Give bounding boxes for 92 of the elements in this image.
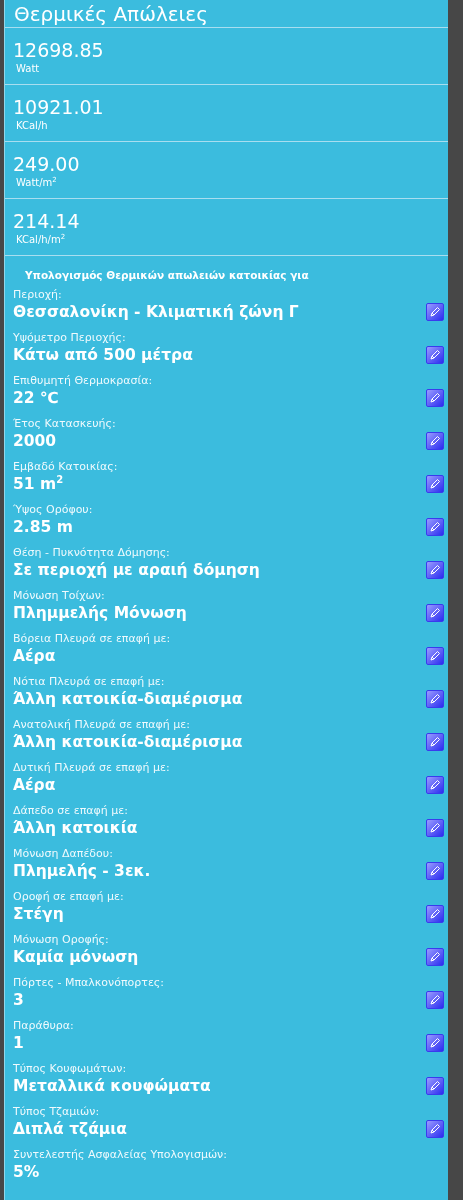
field-value: Πλημμελής Μόνωση xyxy=(13,603,187,624)
pencil-icon xyxy=(429,348,441,361)
field-label: Ύψος Ορόφου: xyxy=(13,503,93,517)
edit-button[interactable] xyxy=(426,517,444,536)
pencil-icon xyxy=(429,305,441,318)
field-value: 5% xyxy=(13,1162,40,1183)
pencil-icon xyxy=(429,649,441,662)
field-value: 3 xyxy=(13,990,24,1011)
field-label: Δυτική Πλευρά σε επαφή με: xyxy=(13,761,170,775)
field-label: Μόνωση Τοίχων: xyxy=(13,589,105,603)
pencil-icon xyxy=(429,735,441,748)
result-unit: Watt xyxy=(15,61,40,75)
field-label: Βόρεια Πλευρά σε επαφή με: xyxy=(13,632,171,646)
field-label: Έτος Κατασκευής: xyxy=(13,417,116,431)
edit-button[interactable] xyxy=(426,1119,444,1138)
result-value: 214.14 xyxy=(13,208,80,233)
pencil-icon xyxy=(429,993,441,1006)
pencil-icon xyxy=(429,1122,441,1135)
edit-button[interactable] xyxy=(426,302,444,321)
field-value: Μεταλλικά κουφώματα xyxy=(13,1076,211,1097)
edit-button[interactable] xyxy=(426,646,444,665)
pencil-icon xyxy=(429,1079,441,1092)
pencil-icon xyxy=(429,477,441,490)
field-value: Άλλη κατοικία-διαμέρισμα xyxy=(13,689,243,710)
field-value: Αέρα xyxy=(13,775,56,796)
field-label: Τύπος Τζαμιών: xyxy=(13,1105,100,1119)
field-label: Δάπεδο σε επαφή με: xyxy=(13,804,128,818)
field-label: Τύπος Κουφωμάτων: xyxy=(13,1062,127,1076)
pencil-icon xyxy=(429,864,441,877)
field-value: Άλλη κατοικία-διαμέρισμα xyxy=(13,732,243,753)
edit-button[interactable] xyxy=(426,603,444,622)
field-label: Εμβαδό Κατοικίας: xyxy=(13,460,118,474)
edit-button[interactable] xyxy=(426,861,444,880)
edit-button[interactable] xyxy=(426,990,444,1009)
pencil-icon xyxy=(429,692,441,705)
field-label: Μόνωση Οροφής: xyxy=(13,933,109,947)
result-unit: KCal/h/m$^{2}$ xyxy=(15,232,66,246)
result-unit: KCal/h xyxy=(15,118,48,132)
result-value: 10921.01 xyxy=(13,94,104,119)
edit-button[interactable] xyxy=(426,560,444,579)
pencil-icon xyxy=(429,778,441,791)
pencil-icon xyxy=(429,520,441,533)
field-label: Υψόμετρο Περιοχής: xyxy=(13,331,126,345)
field-value: Αέρα xyxy=(13,646,56,667)
field-value: Καμία μόνωση xyxy=(13,947,139,968)
field-value: Θεσσαλονίκη - Κλιματική ζώνη Γ xyxy=(13,302,299,323)
field-label: Οροφή σε επαφή με: xyxy=(13,890,124,904)
field-label: Συντελεστής Ασφαλείας Υπολογισμών: xyxy=(13,1148,227,1162)
edit-button[interactable] xyxy=(426,947,444,966)
field-label: Επιθυμητή Θερμοκρασία: xyxy=(13,374,153,388)
field-label: Ανατολική Πλευρά σε επαφή με: xyxy=(13,718,190,732)
edit-button[interactable] xyxy=(426,474,444,493)
field-value: 2.85 m xyxy=(13,517,73,538)
edit-button[interactable] xyxy=(426,1033,444,1052)
edit-button[interactable] xyxy=(426,1076,444,1095)
field-value: 51 m$^{2}$ xyxy=(13,474,64,495)
field-value: Σε περιοχή με αραιή δόμηση xyxy=(13,560,260,581)
edit-button[interactable] xyxy=(426,904,444,923)
edit-button[interactable] xyxy=(426,732,444,751)
panel-title: Θερμικές Απώλειες xyxy=(13,2,208,27)
field-label: Μόνωση Δαπέδου: xyxy=(13,847,113,861)
field-value: Άλλη κατοικία xyxy=(13,818,138,839)
field-value: 2000 xyxy=(13,431,57,452)
result-value: 12698.85 xyxy=(13,37,104,62)
pencil-icon xyxy=(429,821,441,834)
field-value: 1 xyxy=(13,1033,24,1054)
edit-button[interactable] xyxy=(426,431,444,450)
field-label: Παράθυρα: xyxy=(13,1019,74,1033)
field-value: Πλημελής - 3εκ. xyxy=(13,861,151,882)
field-value: Κάτω από 500 μέτρα xyxy=(13,345,193,366)
edit-button[interactable] xyxy=(426,775,444,794)
edit-button[interactable] xyxy=(426,818,444,837)
pencil-icon xyxy=(429,950,441,963)
field-value: 22 ℃ xyxy=(13,388,59,409)
pencil-icon xyxy=(429,563,441,576)
edit-button[interactable] xyxy=(426,388,444,407)
pencil-icon xyxy=(429,434,441,447)
edit-button[interactable] xyxy=(426,689,444,708)
edit-button[interactable] xyxy=(426,345,444,364)
pencil-icon xyxy=(429,391,441,404)
pencil-icon xyxy=(429,907,441,920)
field-value: Στέγη xyxy=(13,904,64,925)
pencil-icon xyxy=(429,1036,441,1049)
pencil-icon xyxy=(429,606,441,619)
field-value: Διπλά τζάμια xyxy=(13,1119,127,1140)
field-label: Πόρτες - Μπαλκονόπορτες: xyxy=(13,976,164,990)
field-label: Θέση - Πυκνότητα Δόμησης: xyxy=(13,546,170,560)
field-label: Περιοχή: xyxy=(13,288,62,302)
result-value: 249.00 xyxy=(13,151,80,176)
result-unit: Watt/m$^{2}$ xyxy=(15,175,57,189)
field-label: Νότια Πλευρά σε επαφή με: xyxy=(13,675,165,689)
section-heading: Υπολογισμός Θερμικών απωλειών κατοικίας για xyxy=(24,269,309,281)
